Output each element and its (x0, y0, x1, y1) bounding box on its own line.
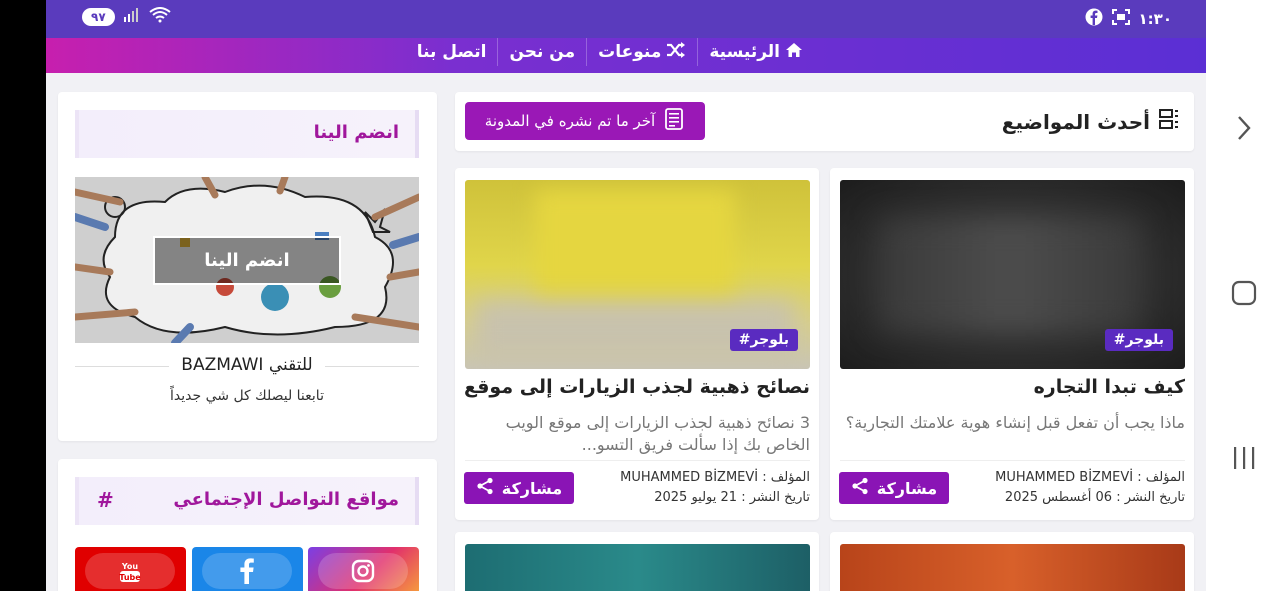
share-button[interactable]: مشاركة (464, 472, 574, 504)
share-button[interactable]: مشاركة (839, 472, 949, 504)
document-icon (663, 107, 685, 135)
youtube-button[interactable]: You Tube (75, 547, 186, 591)
battery-indicator: ٩٧ (82, 8, 115, 26)
svg-text:Tube: Tube (119, 573, 141, 582)
signal-icon (123, 7, 141, 27)
widget-header: مواقع التواصل الإجتماعي # (75, 477, 419, 525)
nav-item-contact[interactable]: اتصل بنا (406, 42, 498, 62)
join-banner-image[interactable]: انضم الينا (75, 177, 419, 343)
shuffle-icon (666, 41, 686, 64)
latest-posts-pill[interactable]: آخر ما تم نشره في المدونة (465, 102, 705, 140)
wifi-icon (149, 7, 171, 27)
widget-header: انضم الينا (75, 110, 419, 158)
nav-item-home[interactable]: الرئيسية (698, 42, 814, 63)
post-title[interactable]: نصائح ذهبية لجذب الزيارات إلى موقع الـ..… (465, 376, 810, 398)
list-icon (1158, 108, 1180, 135)
facebook-button[interactable] (192, 547, 303, 591)
nav-item-label: اتصل بنا (416, 42, 487, 62)
post-excerpt: 3 نصائح ذهبية لجذب الزيارات إلى موقع الو… (505, 413, 810, 454)
screenshot-icon (1111, 8, 1131, 30)
post-card[interactable] (455, 532, 819, 591)
nav-item-label: منوعات (598, 42, 662, 62)
share-icon (476, 477, 494, 499)
latest-posts-header: أحدث المواضيع آخر ما تم نشره في المدونة (455, 92, 1194, 151)
join-caption: تابعنا ليصلك كل شي جديداً (170, 388, 324, 404)
nav-item-label: الرئيسية (709, 42, 780, 62)
recent-apps-button[interactable] (1230, 444, 1258, 472)
main-nav: الرئيسية منوعات من نحن اتصل بنا (46, 38, 1206, 73)
instagram-button[interactable] (308, 547, 419, 591)
home-button[interactable] (1230, 279, 1258, 307)
join-us-button[interactable]: انضم الينا (153, 236, 341, 285)
facebook-icon (202, 553, 292, 589)
post-thumbnail[interactable]: #بلوجر (465, 180, 810, 369)
post-excerpt: ماذا يجب أن تفعل قبل إنشاء هوية علامتك ا… (845, 413, 1185, 432)
svg-text:You: You (121, 562, 139, 571)
browser-viewport: ٩٧ ١:٣٠ الرئيسية منوعات من نحن اتصل بنا … (46, 0, 1206, 591)
nav-item-misc[interactable]: منوعات (587, 41, 697, 64)
latest-posts-subtitle: آخر ما تم نشره في المدونة (484, 112, 656, 130)
post-tag[interactable]: #بلوجر (1104, 329, 1173, 351)
divider (465, 460, 810, 461)
back-button[interactable] (1230, 114, 1258, 142)
post-thumbnail[interactable] (465, 544, 810, 591)
system-nav-bar (1206, 0, 1280, 591)
share-label: مشاركة (501, 478, 563, 498)
post-card[interactable]: #بلوجر نصائح ذهبية لجذب الزيارات إلى موق… (455, 168, 819, 520)
clock-time: ١:٣٠ (1138, 10, 1172, 28)
join-us-widget: انضم الينا انضم الينا BAZMAWI للتقني تاب… (58, 92, 437, 441)
post-card[interactable] (830, 532, 1194, 591)
home-icon (785, 42, 803, 63)
site-name: BAZMAWI للتقني (169, 355, 325, 375)
nav-item-label: من نحن (509, 42, 576, 62)
post-thumbnail[interactable] (840, 544, 1185, 591)
divider (840, 460, 1185, 461)
post-author: المؤلف : MUHAMMED BİZMEVİ (995, 470, 1185, 485)
hash-icon: # (97, 488, 114, 512)
instagram-icon (318, 553, 408, 589)
status-bar: ٩٧ ١:٣٠ (46, 0, 1206, 38)
post-card[interactable]: #بلوجر كيف تبدا التجاره ماذا يجب أن تفعل… (830, 168, 1194, 520)
post-date: تاريخ النشر : 06 أغسطس 2025 (1004, 490, 1185, 505)
social-widget: مواقع التواصل الإجتماعي # You Tube (58, 459, 437, 591)
section-title: أحدث المواضيع (1001, 109, 1150, 134)
post-title[interactable]: كيف تبدا التجاره (840, 376, 1185, 398)
facebook-notification-icon (1085, 8, 1103, 30)
share-label: مشاركة (876, 478, 938, 498)
post-thumbnail[interactable]: #بلوجر (840, 180, 1185, 369)
widget-title: انضم الينا (313, 122, 399, 143)
share-icon (851, 477, 869, 499)
post-tag[interactable]: #بلوجر (729, 329, 798, 351)
nav-item-about[interactable]: من نحن (498, 42, 586, 62)
widget-title: مواقع التواصل الإجتماعي (173, 489, 399, 510)
youtube-icon: You Tube (85, 553, 175, 589)
post-author: المؤلف : MUHAMMED BİZMEVİ (620, 470, 810, 485)
post-date: تاريخ النشر : 21 يوليو 2025 (654, 490, 810, 505)
